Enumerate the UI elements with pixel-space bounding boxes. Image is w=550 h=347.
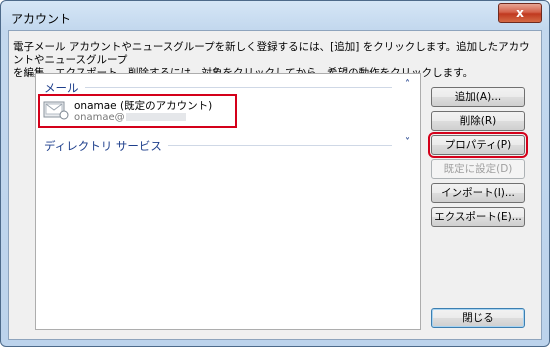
group-label-directory: ディレクトリ サービス: [44, 138, 168, 154]
group-header-directory[interactable]: ディレクトリ サービス ˅: [44, 137, 410, 154]
account-item-onamae[interactable]: onamae (既定のアカウント) onamae@: [38, 94, 237, 128]
mail-account-icon: [43, 101, 69, 120]
import-button[interactable]: インポート(I)...: [431, 183, 525, 203]
window-title: アカウント: [11, 12, 72, 26]
add-button[interactable]: 追加(A)...: [431, 87, 525, 107]
group-divider: [44, 87, 392, 88]
export-button[interactable]: エクスポート(E)...: [431, 207, 525, 227]
account-email: onamae@: [74, 112, 186, 123]
email-redaction: [125, 113, 186, 121]
account-email-prefix: onamae@: [74, 112, 125, 123]
title-bar[interactable]: アカウント x: [1, 1, 549, 29]
dialog-client-area: 電子メール アカウントやニュースグループを新しく登録するには、[追加] をクリッ…: [8, 30, 542, 340]
properties-button[interactable]: プロパティ(P): [428, 132, 528, 158]
close-button[interactable]: 閉じる: [431, 308, 525, 328]
chevron-down-icon[interactable]: ˅: [405, 137, 410, 148]
chevron-up-icon[interactable]: ˄: [405, 79, 410, 90]
remove-button[interactable]: 削除(R): [431, 111, 525, 131]
set-default-button[interactable]: 既定に設定(D): [431, 159, 525, 179]
accounts-dialog: アカウント x 電子メール アカウントやニュースグループを新しく登録するには、[…: [0, 0, 550, 347]
close-window-button[interactable]: x: [498, 3, 542, 23]
accounts-list[interactable]: メール ˄ onamae (既定のアカウント) onamae@ ディレクトリ サ…: [35, 73, 421, 330]
close-icon: x: [516, 6, 524, 20]
group-header-mail[interactable]: メール ˄: [44, 79, 410, 96]
account-name: onamae (既定のアカウント): [74, 100, 213, 112]
